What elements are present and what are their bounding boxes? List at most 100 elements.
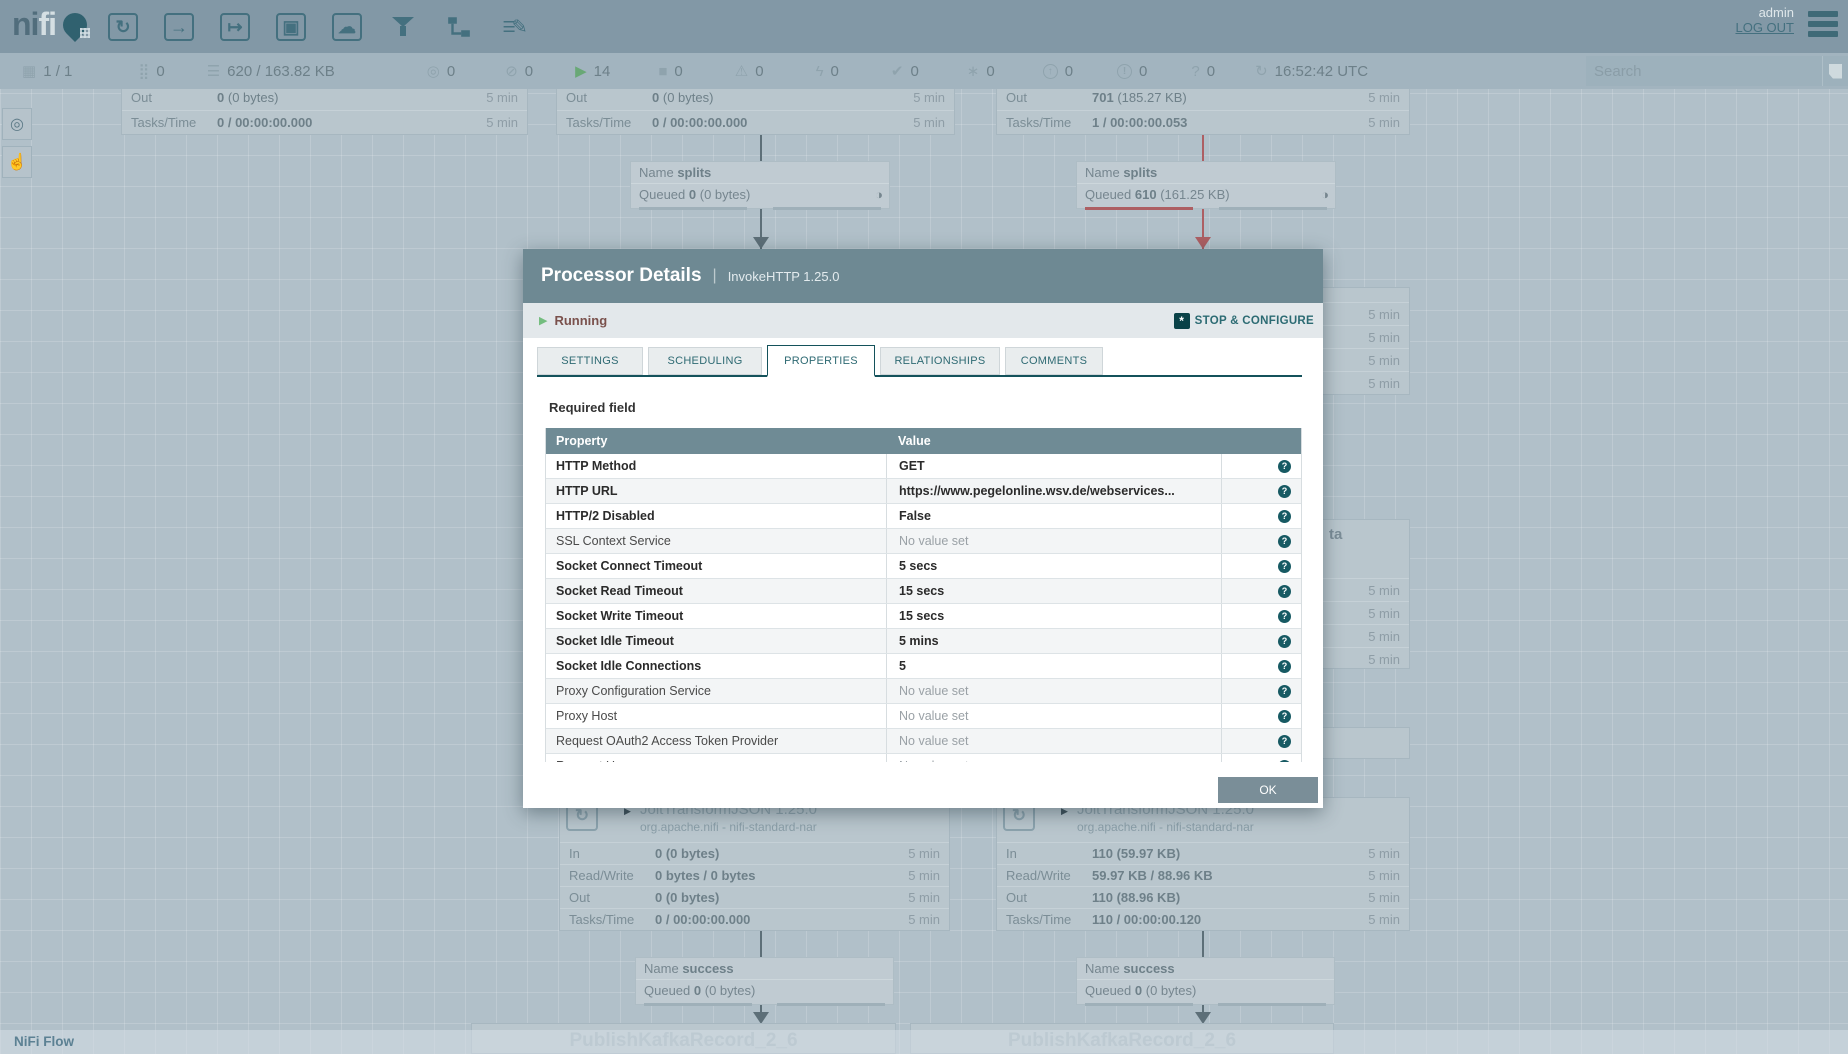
- stat-window: 5 min: [486, 111, 518, 135]
- connection-label-success-right: Name success Queued 0 (0 bytes): [1076, 957, 1335, 1005]
- page-icon: [1829, 64, 1842, 79]
- invalid-icon: ⚠: [735, 64, 748, 79]
- connection-line: [760, 135, 762, 161]
- gear-icon: *: [1174, 313, 1190, 329]
- nifi-logo: nifi: [12, 6, 90, 43]
- stat-window: 5 min: [1368, 111, 1400, 135]
- dialog-title: Processor Details: [541, 265, 702, 287]
- tab-settings[interactable]: SETTINGS: [537, 347, 643, 375]
- running-count: 14: [594, 63, 611, 80]
- remote-process-group-tool-icon[interactable]: ☁: [329, 9, 365, 45]
- tab-scheduling[interactable]: SCHEDULING: [648, 347, 762, 375]
- connection-arrow-icon: [1195, 237, 1211, 249]
- up-to-date-icon: ✔: [891, 64, 904, 79]
- stop-and-configure-button[interactable]: * STOP & CONFIGURE: [1174, 303, 1314, 338]
- transmitting-icon: ◎: [427, 64, 440, 79]
- connection-line: [1202, 931, 1204, 957]
- stat-window: 5 min: [913, 111, 945, 135]
- breadcrumb-bar: NiFi Flow: [0, 1030, 1848, 1054]
- connection-line: [760, 931, 762, 957]
- property-row: SSL Context Service? No value set: [546, 529, 1301, 554]
- active-threads-icon: ⣿: [138, 64, 149, 79]
- property-row: HTTP Method? GET: [546, 454, 1301, 479]
- logout-link[interactable]: LOG OUT: [1735, 20, 1794, 35]
- connection-name: splits: [677, 165, 711, 180]
- connection-label-splits-mid: Name splits Queued 0 (0 bytes)◑: [630, 161, 890, 209]
- last-refresh-time: 16:52:42 UTC: [1275, 63, 1368, 80]
- queued-count: 610: [1135, 187, 1157, 202]
- processor-bundle: org.apache.nifi - nifi-standard-nar: [640, 820, 817, 834]
- stat-label: Tasks/Time: [131, 111, 196, 135]
- process-group-tool-icon[interactable]: ▣: [273, 9, 309, 45]
- ok-button[interactable]: OK: [1218, 777, 1318, 803]
- processor-bundle: org.apache.nifi - nifi-standard-nar: [1077, 820, 1254, 834]
- running-icon: ▶: [575, 64, 587, 79]
- stat-value: 0 / 00:00:00.000: [217, 111, 312, 135]
- connection-label-success-left: Name success Queued 0 (0 bytes): [635, 957, 894, 1005]
- template-tool-icon[interactable]: [441, 9, 477, 45]
- processor-name-fragment: ta: [1329, 526, 1342, 543]
- app-toolbar: nifi ↻ → ↦ ▣ ☁ ☰✎ admin LOG OUT: [0, 0, 1848, 53]
- cluster-icon: ▦: [22, 64, 36, 79]
- disabled-icon: ϟ: [816, 64, 824, 79]
- global-menu-icon[interactable]: [1808, 11, 1838, 41]
- property-row: Request Username? No value set: [546, 754, 1301, 762]
- property-row: Request OAuth2 Access Token Provider? No…: [546, 729, 1301, 754]
- funnel-tool-icon[interactable]: [385, 9, 421, 45]
- running-status-icon: ▶: [539, 314, 547, 327]
- search-box: [1586, 56, 1822, 86]
- tab-properties[interactable]: PROPERTIES: [767, 345, 875, 377]
- stat-value: 701: [1092, 90, 1114, 105]
- stale-icon: ↑: [1043, 64, 1058, 79]
- processor-details-dialog: Processor Details | InvokeHTTP 1.25.0 ▶ …: [523, 249, 1323, 808]
- running-status-text: Running: [554, 313, 607, 328]
- locally-modified-count: 0: [986, 63, 994, 80]
- dialog-header: Processor Details | InvokeHTTP 1.25.0: [523, 249, 1323, 303]
- disabled-count: 0: [831, 63, 839, 80]
- connection-name: success: [682, 961, 733, 976]
- label-tool-icon[interactable]: ☰✎: [497, 9, 533, 45]
- output-port-tool-icon[interactable]: ↦: [217, 9, 253, 45]
- flow-status-bar: ▦1 / 1 ⣿0 ☰620 / 163.82 KB ◎0 ⊘0 ▶14 ■0 …: [0, 53, 1848, 89]
- stat-value: 0: [217, 90, 224, 105]
- processor-tool-icon[interactable]: ↻: [105, 9, 141, 45]
- search-input[interactable]: [1586, 56, 1822, 86]
- property-row: Socket Connect Timeout? 5 secs: [546, 554, 1301, 579]
- queued-count: 0: [689, 187, 696, 202]
- processor-jolt-left: ↻ ▶ JoltTransformJSON 1.25.0 org.apache.…: [559, 797, 950, 931]
- property-row: HTTP URL? https://www.pegelonline.wsv.de…: [546, 479, 1301, 504]
- connection-line-backpressure: [1202, 135, 1204, 161]
- tab-comments[interactable]: COMMENTS: [1005, 347, 1103, 375]
- required-field-label: Required field: [549, 400, 636, 415]
- breadcrumb[interactable]: NiFi Flow: [14, 1034, 74, 1049]
- stat-value: 0: [652, 90, 659, 105]
- sync-failure-count: 0: [1207, 63, 1215, 80]
- stat-label: Tasks/Time: [1006, 111, 1071, 135]
- queued-count: 620 / 163.82 KB: [227, 63, 335, 80]
- processor-status-row: ▶ Running * STOP & CONFIGURE: [523, 303, 1323, 338]
- not-transmitting-icon: ⊘: [505, 64, 518, 79]
- navigate-palette-button[interactable]: ◎: [2, 108, 32, 140]
- property-row: Proxy Host? No value set: [546, 704, 1301, 729]
- backpressure-icon: ◑: [875, 184, 883, 206]
- property-row: Socket Idle Connections? 5: [546, 654, 1301, 679]
- up-to-date-count: 0: [910, 63, 918, 80]
- current-user: admin: [1735, 5, 1794, 20]
- operate-palette-button[interactable]: ☝: [2, 146, 32, 178]
- stopped-count: 0: [674, 63, 682, 80]
- connection-name: success: [1123, 961, 1174, 976]
- refresh-icon[interactable]: ↻: [1255, 64, 1268, 79]
- not-transmitting-count: 0: [525, 63, 533, 80]
- input-port-tool-icon[interactable]: →: [161, 9, 197, 45]
- column-value: Value: [898, 428, 931, 454]
- locally-modified-stale-icon: !: [1117, 64, 1132, 79]
- birdseye-toggle[interactable]: [1822, 56, 1848, 86]
- connection-name: splits: [1123, 165, 1157, 180]
- processor-stats-top-left: Out 0 (0 bytes) 5 min Tasks/Time 0 / 00:…: [121, 82, 528, 135]
- stat-value: 1 / 00:00:00.053: [1092, 111, 1187, 135]
- tab-relationships[interactable]: RELATIONSHIPS: [880, 347, 1000, 375]
- property-row: Socket Read Timeout? 15 secs: [546, 579, 1301, 604]
- locally-modified-icon: ∗: [967, 64, 980, 79]
- compass-icon: ◎: [10, 114, 24, 134]
- column-property: Property: [556, 428, 607, 454]
